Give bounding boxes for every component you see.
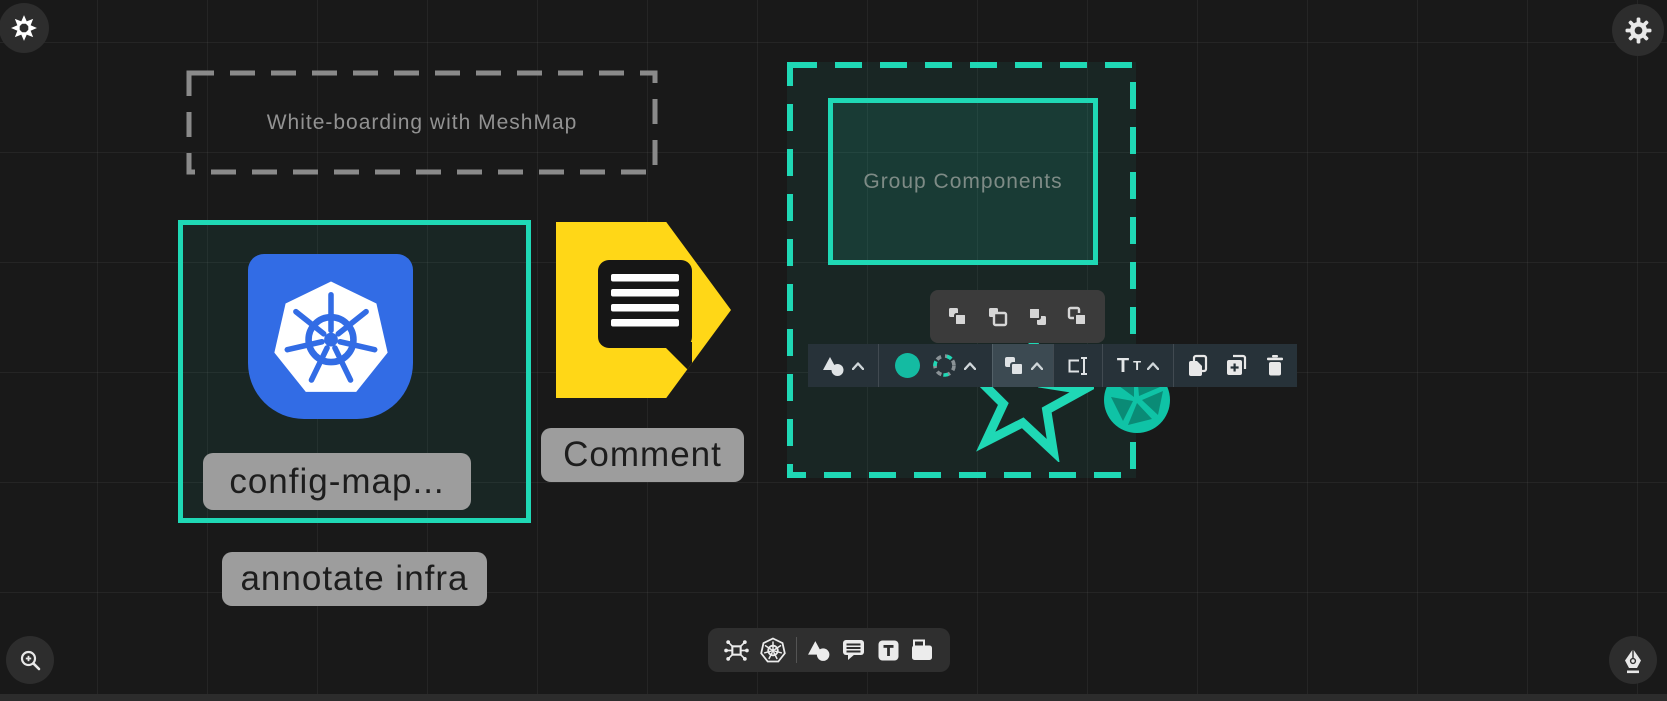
text-style-section: T T bbox=[1102, 344, 1173, 387]
bring-to-front-icon[interactable] bbox=[984, 304, 1010, 330]
duplicate-plus-icon bbox=[1225, 354, 1248, 378]
zoom-button[interactable] bbox=[6, 636, 54, 684]
meshery-logo-icon bbox=[10, 14, 38, 42]
meshery-logo-button[interactable] bbox=[0, 3, 49, 53]
group-components-box[interactable]: Group Components bbox=[828, 98, 1098, 265]
kubernetes-icon bbox=[248, 254, 413, 419]
shape-picker-section bbox=[808, 344, 878, 387]
copy-icon bbox=[1186, 354, 1209, 378]
gear-icon bbox=[1625, 17, 1652, 44]
tools-toolbar bbox=[708, 628, 950, 672]
annotation-label[interactable]: annotate infra bbox=[222, 552, 487, 606]
dashed-circle-icon bbox=[931, 352, 958, 379]
copy-button[interactable] bbox=[1186, 354, 1209, 378]
comment-icon bbox=[842, 638, 866, 662]
kubernetes-node[interactable]: config-map... bbox=[178, 220, 531, 523]
style-section bbox=[878, 344, 992, 387]
trash-icon bbox=[1264, 354, 1286, 377]
mesh-component-icon bbox=[724, 638, 749, 663]
shapes-icon bbox=[822, 355, 846, 377]
note-tool[interactable] bbox=[910, 639, 934, 662]
chevron-up-icon bbox=[1147, 362, 1159, 370]
actions-section bbox=[1173, 344, 1297, 387]
comment-bubble-icon bbox=[556, 222, 731, 398]
mesh-component-tool[interactable] bbox=[724, 638, 749, 663]
arrange-button[interactable] bbox=[1003, 355, 1043, 377]
shapes-icon bbox=[807, 639, 832, 662]
layers-icon bbox=[1003, 355, 1025, 377]
comment-tool[interactable] bbox=[842, 638, 866, 662]
whiteboard-canvas[interactable]: White-boarding with MeshMap config-map.. bbox=[0, 0, 1667, 701]
text-style-button[interactable]: T T bbox=[1117, 356, 1159, 376]
whiteboard-note-box[interactable]: White-boarding with MeshMap bbox=[186, 70, 658, 175]
bottom-edge-bar bbox=[0, 694, 1667, 701]
note-icon bbox=[910, 639, 934, 662]
text-tool[interactable] bbox=[877, 639, 900, 662]
pen-tool-button[interactable] bbox=[1609, 636, 1657, 684]
shapes-tool[interactable] bbox=[807, 639, 832, 662]
comment-node[interactable] bbox=[556, 222, 731, 398]
kubernetes-wheel-icon bbox=[760, 637, 786, 663]
chevron-up-icon bbox=[852, 362, 864, 370]
settings-button[interactable] bbox=[1612, 4, 1664, 56]
resize-width-icon bbox=[1066, 355, 1090, 377]
layer-arrange-menu bbox=[930, 290, 1105, 343]
bring-forward-icon[interactable] bbox=[944, 304, 970, 330]
arrange-section bbox=[992, 344, 1053, 387]
zoom-in-icon bbox=[19, 649, 42, 672]
fill-color-swatch[interactable] bbox=[895, 353, 920, 378]
text-style-icon: T bbox=[1117, 356, 1129, 376]
whiteboard-note-text: White-boarding with MeshMap bbox=[186, 70, 658, 175]
kubernetes-tool[interactable] bbox=[760, 637, 786, 663]
toolbar-divider bbox=[796, 637, 797, 663]
shape-picker-button[interactable] bbox=[822, 355, 864, 377]
send-backward-icon[interactable] bbox=[1025, 304, 1051, 330]
send-to-back-icon[interactable] bbox=[1065, 304, 1091, 330]
resize-section bbox=[1053, 344, 1102, 387]
chevron-up-icon bbox=[1031, 362, 1043, 370]
format-toolbar: T T bbox=[808, 344, 1297, 387]
duplicate-button[interactable] bbox=[1225, 354, 1248, 378]
delete-button[interactable] bbox=[1264, 354, 1286, 377]
kubernetes-node-label[interactable]: config-map... bbox=[203, 453, 471, 510]
resize-button[interactable] bbox=[1066, 355, 1090, 377]
stroke-style-button[interactable] bbox=[931, 352, 976, 379]
pen-nib-icon bbox=[1620, 647, 1646, 674]
chevron-up-icon bbox=[964, 362, 976, 370]
text-tool-icon bbox=[877, 639, 900, 662]
comment-node-label[interactable]: Comment bbox=[541, 428, 744, 482]
group-components-title: Group Components bbox=[863, 170, 1062, 194]
